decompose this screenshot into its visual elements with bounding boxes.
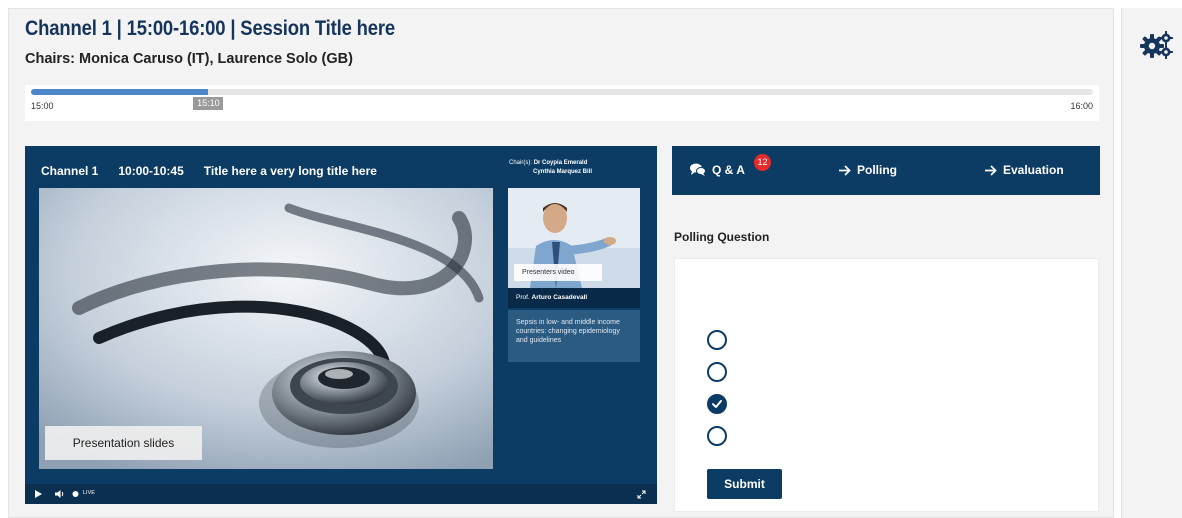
poll-option-2-radio[interactable]: [707, 362, 727, 382]
timeline-start-time: 15:00: [31, 101, 54, 111]
player-header: Channel 1 10:00-10:45 Title here a very …: [41, 164, 377, 178]
timeline-current-time: 15:10: [193, 97, 224, 110]
tab-qa-label: Q & A: [712, 163, 745, 177]
live-label: LIVE: [83, 490, 95, 496]
checkmark-icon: [712, 400, 722, 408]
chat-bubbles-icon: [690, 163, 706, 176]
gears-icon[interactable]: [1140, 30, 1174, 60]
session-title: Channel 1 | 15:00-16:00 | Session Title …: [25, 17, 395, 40]
polling-question: Polling Question: [674, 230, 770, 244]
poll-option-4-radio[interactable]: [707, 426, 727, 446]
live-dot-icon: [72, 490, 79, 500]
session-timeline[interactable]: 15:00 15:10 16:00: [25, 85, 1099, 121]
timeline-track[interactable]: [31, 89, 1093, 95]
timeline-progress: [31, 89, 209, 95]
volume-icon[interactable]: [55, 490, 65, 500]
tab-evaluation-label: Evaluation: [1003, 163, 1064, 177]
settings-sidebar: [1121, 8, 1182, 518]
arrow-right-icon: [985, 164, 997, 176]
submit-button[interactable]: Submit: [707, 469, 782, 499]
player-channel: Channel 1: [41, 164, 99, 178]
interaction-tabs: Q & A 12 Polling Evaluation: [672, 146, 1100, 195]
tab-qa[interactable]: Q & A: [690, 163, 745, 177]
presentation-topic: Sepsis in low- and middle income countri…: [508, 310, 640, 362]
presenter-video-label: Presenters video: [514, 264, 602, 281]
presenter-name: Prof. Arturo Casadevall: [508, 288, 640, 308]
poll-option-3-radio[interactable]: [707, 394, 727, 414]
session-chairs: Chairs: Monica Caruso (IT), Laurence Sol…: [25, 51, 353, 67]
session-panel: Channel 1 | 15:00-16:00 | Session Title …: [8, 8, 1114, 518]
poll-form: Submit: [674, 258, 1099, 512]
qa-count-badge: 12: [754, 154, 771, 171]
arrow-right-icon: [839, 164, 851, 176]
presenter-video[interactable]: Presenters video: [508, 188, 640, 288]
poll-option-1-radio[interactable]: [707, 330, 727, 350]
player-chairs: Chair(s): Dr Coypia Emerald Cynthia Marq…: [509, 160, 593, 175]
tab-polling[interactable]: Polling: [839, 163, 897, 177]
player-talk-title: Title here a very long title here: [203, 164, 377, 178]
timeline-end-time: 16:00: [1070, 101, 1093, 111]
interaction-panel: Q & A 12 Polling Evaluation Polling Ques…: [672, 146, 1100, 512]
play-icon[interactable]: [35, 490, 42, 500]
fullscreen-icon[interactable]: [637, 490, 646, 501]
presentation-slides: Presentation slides: [39, 188, 493, 469]
tab-evaluation[interactable]: Evaluation: [985, 163, 1064, 177]
video-player: Channel 1 10:00-10:45 Title here a very …: [25, 146, 657, 504]
player-time: 10:00-10:45: [118, 164, 184, 178]
tab-polling-label: Polling: [857, 163, 897, 177]
presentation-slides-label: Presentation slides: [45, 426, 202, 460]
player-controls: LIVE: [25, 484, 657, 504]
